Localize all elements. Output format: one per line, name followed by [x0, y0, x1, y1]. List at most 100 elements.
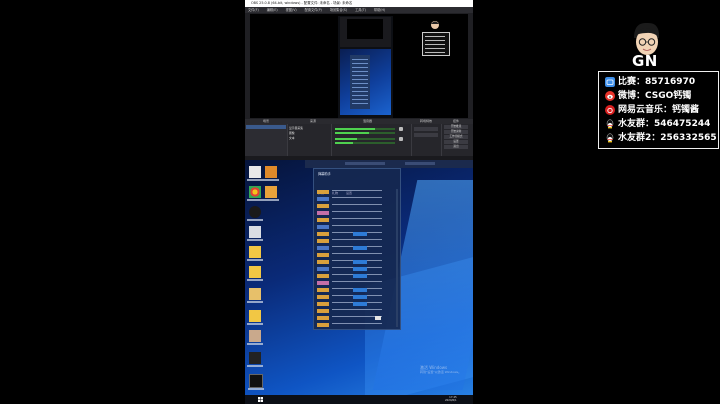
streamer-info-box: 比赛：85716970 微博：CSGO钙镯 网易云音乐：钙镯酱 水友群：5464…: [598, 71, 719, 149]
obs-titlebar[interactable]: OBS 25.0.8 (64-bit, windows) - 配置文件: 未命名…: [245, 0, 473, 7]
mixer-mute-icon[interactable]: [399, 127, 403, 131]
chat-message: [317, 322, 397, 327]
taskbar: 17:45 2020/6/1: [245, 395, 473, 404]
chat-message: [317, 301, 397, 306]
preview-nested-obs: [340, 17, 391, 47]
preview-avatar-icon: [431, 21, 439, 29]
qq-icon: [606, 133, 614, 143]
chat-message: [317, 308, 397, 313]
chat-message: [317, 210, 397, 215]
controls-dock: 开始推流 开始录制 工作室模式 设置 退出: [441, 124, 473, 156]
gn-logo-text: GN: [632, 52, 658, 70]
top-toolbar: [305, 160, 473, 168]
desktop-icon-user[interactable]: [247, 206, 263, 221]
chat-panel: 弹幕助手 弹幕礼物设置: [313, 168, 401, 330]
weibo-icon: [605, 91, 615, 101]
obs-window-title: OBS 25.0.8 (64-bit, windows) - 配置文件: 未命名…: [251, 1, 353, 5]
menu-edit[interactable]: 编辑(E): [267, 8, 278, 12]
start-streaming-button[interactable]: 开始推流: [444, 125, 468, 129]
scene-item-selected[interactable]: [246, 125, 286, 129]
desktop-icon-app[interactable]: [263, 166, 279, 181]
windows-desktop: 弹幕助手 弹幕礼物设置 激活 Win: [245, 160, 473, 404]
obs-docks: 显示器采集 图像 文本 开始推流 开始录制 工作室模式 设置 退出: [245, 124, 473, 156]
qq-icon: [606, 119, 614, 129]
desktop-icon-app[interactable]: [247, 288, 263, 303]
menu-help[interactable]: 帮助(H): [374, 8, 385, 12]
desktop-icon-file[interactable]: [247, 226, 263, 241]
obs-preview-canvas[interactable]: [250, 14, 468, 118]
chat-message: [317, 245, 397, 250]
chat-message: [317, 280, 397, 285]
desktop-icon-app[interactable]: [248, 374, 264, 390]
mixer-mute-icon[interactable]: [399, 137, 403, 141]
desktop-icon-file[interactable]: [247, 166, 263, 181]
menu-file[interactable]: 文件(F): [248, 8, 259, 12]
info-text: 水友群2：256332565: [618, 133, 717, 143]
menu-view[interactable]: 视图(V): [286, 8, 297, 12]
chat-scrollbar[interactable]: [396, 189, 398, 327]
folder-icon[interactable]: [247, 310, 263, 325]
chat-message: [317, 273, 397, 278]
source-item[interactable]: 显示器采集: [289, 126, 303, 130]
info-text: 网易云音乐：钙镯酱: [618, 105, 700, 115]
studio-mode-button[interactable]: 工作室模式: [444, 135, 468, 139]
audio-meter: [335, 142, 395, 144]
sources-dock[interactable]: 显示器采集 图像 文本: [287, 124, 332, 156]
info-text: 水友群：546475244: [618, 119, 711, 129]
chat-message: [317, 238, 397, 243]
chat-message: [317, 315, 397, 320]
chat-message: [317, 231, 397, 236]
toolbar-item[interactable]: [405, 162, 435, 165]
chat-message: [317, 252, 397, 257]
bilibili-icon: [605, 77, 615, 87]
audio-meter: [335, 138, 395, 140]
windows-start-icon[interactable]: [258, 397, 263, 402]
chat-tabs: 弹幕礼物设置: [318, 179, 396, 195]
chat-message: [317, 287, 397, 292]
settings-button[interactable]: 设置: [444, 140, 468, 144]
preview-gn-overlay: [422, 20, 450, 56]
preview-nested-desktop: [340, 49, 391, 115]
audio-meter: [335, 132, 395, 134]
exit-button[interactable]: 退出: [444, 145, 468, 149]
activation-watermark: 激活 Windows 转到"设置"以激活 Windows。: [420, 365, 461, 375]
chat-message: [317, 189, 397, 194]
chat-message: [317, 224, 397, 229]
info-text: 比赛：85716970: [618, 77, 696, 87]
audio-meter: [335, 128, 395, 130]
desktop-icon-app[interactable]: [263, 186, 279, 201]
obs-window: OBS 25.0.8 (64-bit, windows) - 配置文件: 未命名…: [245, 0, 473, 160]
toolbar-item[interactable]: [345, 162, 385, 165]
menu-scene-collection[interactable]: 场景集合(S): [330, 8, 347, 12]
preview-capture: [338, 16, 393, 118]
chat-panel-title: 弹幕助手: [318, 172, 331, 176]
chrome-icon[interactable]: [247, 186, 263, 201]
chat-message: [317, 294, 397, 299]
obs-menubar: 文件(F) 编辑(E) 视图(V) 配置文件(P) 场景集合(S) 工具(T) 帮助(H): [245, 7, 473, 13]
source-item[interactable]: 图像: [289, 131, 295, 135]
chat-message: [317, 259, 397, 264]
desktop-icon-image[interactable]: [247, 330, 263, 345]
menu-profile[interactable]: 配置文件(P): [305, 8, 322, 12]
chat-message: [317, 196, 397, 201]
info-text: 微博：CSGO钙镯: [618, 91, 692, 101]
transition-duration[interactable]: [414, 133, 438, 137]
source-item[interactable]: 文本: [289, 136, 295, 140]
scenes-dock[interactable]: [245, 124, 288, 156]
menu-tools[interactable]: 工具(T): [355, 8, 366, 12]
start-recording-button[interactable]: 开始录制: [444, 130, 468, 134]
transitions-dock[interactable]: [411, 124, 442, 156]
clock-date: 2020/6/1: [445, 399, 457, 403]
taskbar-clock[interactable]: 17:45 2020/6/1: [445, 396, 457, 403]
folder-icon[interactable]: [247, 266, 263, 281]
mixer-dock: [331, 124, 412, 156]
preview-nested-chat: [350, 55, 370, 109]
netease-music-icon: [605, 105, 615, 115]
watermark-line2: 转到"设置"以激活 Windows。: [420, 370, 462, 374]
desktop-icon-image[interactable]: [247, 352, 263, 367]
chat-message: [317, 266, 397, 271]
folder-icon[interactable]: [247, 246, 263, 261]
chat-message: [317, 203, 397, 208]
chat-message: [317, 217, 397, 222]
transition-select[interactable]: [414, 127, 438, 131]
